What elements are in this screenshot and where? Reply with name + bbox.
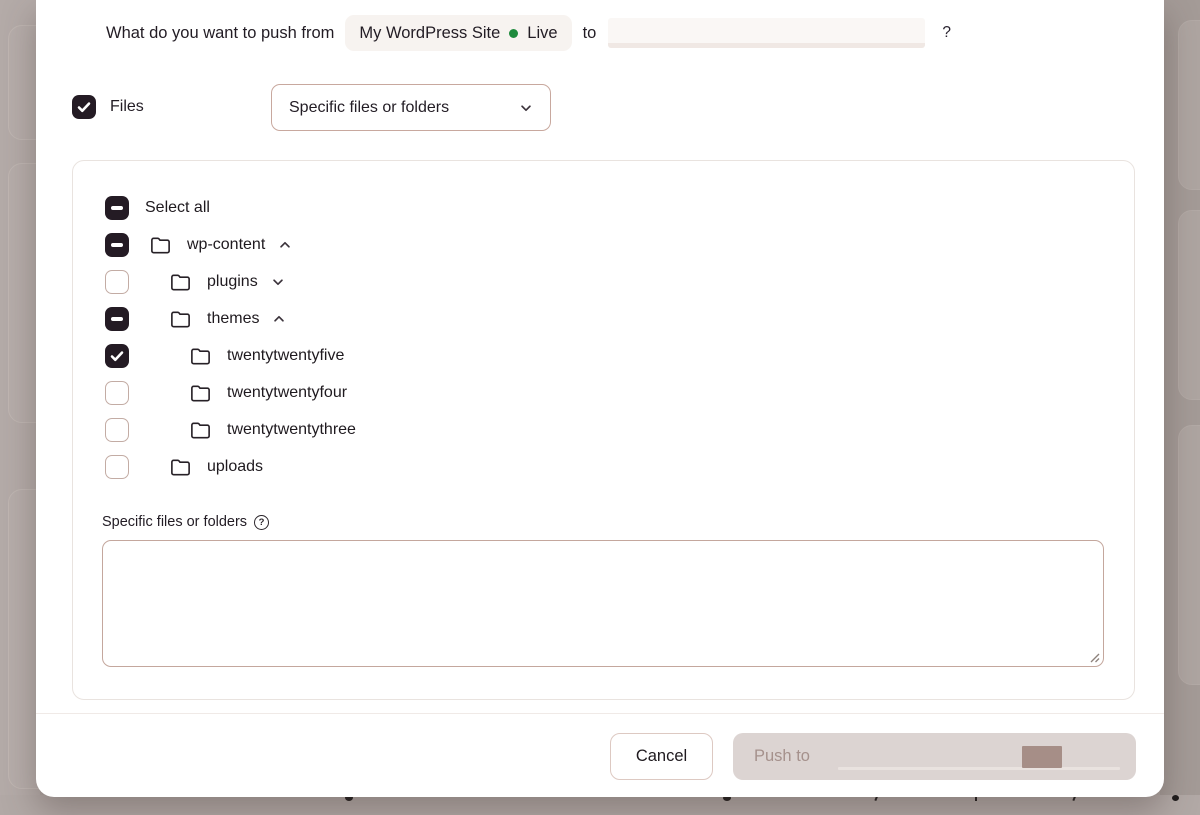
push-target-redacted-block bbox=[1022, 746, 1062, 768]
tree-row: uploads bbox=[105, 448, 1118, 485]
source-env-label: Live bbox=[527, 24, 557, 43]
tree-row: twentytwentythree bbox=[105, 411, 1118, 448]
chevron-down-icon bbox=[519, 101, 533, 115]
cancel-button[interactable]: Cancel bbox=[610, 733, 713, 780]
tree-item-label: twentytwentyfour bbox=[227, 384, 347, 402]
files-label: Files bbox=[110, 98, 144, 116]
tree-item-label: plugins bbox=[207, 273, 258, 291]
specific-files-textarea[interactable] bbox=[102, 540, 1104, 667]
push-dialog: What do you want to push from My WordPre… bbox=[36, 0, 1164, 797]
files-row: Files bbox=[72, 95, 144, 119]
folder-icon bbox=[169, 457, 192, 477]
folder-icon bbox=[189, 420, 212, 440]
bg-card bbox=[1178, 210, 1200, 400]
tree-item-label: twentytwentythree bbox=[227, 421, 356, 439]
tree-checkbox[interactable] bbox=[105, 381, 129, 405]
tree-row: wp-content bbox=[105, 226, 1118, 263]
chevron-down-icon[interactable] bbox=[271, 275, 285, 289]
folder-icon bbox=[169, 272, 192, 292]
bg-card bbox=[1178, 425, 1200, 685]
check-icon bbox=[76, 99, 92, 115]
to-word: to bbox=[583, 24, 597, 43]
bg-card bbox=[1178, 20, 1200, 190]
files-mode-value: Specific files or folders bbox=[289, 99, 449, 117]
indeterminate-dash-icon bbox=[111, 317, 123, 321]
specific-files-label-row: Specific files or folders ? bbox=[102, 514, 269, 530]
tree-item-label: Select all bbox=[145, 199, 210, 217]
push-to-button[interactable]: Push to bbox=[733, 733, 1136, 780]
tree-item-label: uploads bbox=[207, 458, 263, 476]
tree-checkbox[interactable] bbox=[105, 418, 129, 442]
files-checkbox[interactable] bbox=[72, 95, 96, 119]
push-to-label: Push to bbox=[754, 747, 810, 765]
prompt-prefix: What do you want to push from bbox=[106, 24, 334, 43]
indeterminate-dash-icon bbox=[111, 206, 123, 210]
tree-row: plugins bbox=[105, 263, 1118, 300]
folder-icon bbox=[169, 309, 192, 329]
bg-glyph-fragment bbox=[1172, 795, 1179, 801]
help-question-mark[interactable]: ? bbox=[942, 24, 951, 42]
push-target-redacted-line bbox=[838, 767, 1120, 770]
check-icon bbox=[109, 348, 125, 364]
folder-icon bbox=[189, 346, 212, 366]
footer-divider bbox=[36, 713, 1164, 714]
tree-checkbox[interactable] bbox=[105, 344, 129, 368]
source-site-name: My WordPress Site bbox=[359, 24, 500, 43]
files-mode-select[interactable]: Specific files or folders bbox=[271, 84, 551, 131]
tree-row: twentytwentyfive bbox=[105, 337, 1118, 374]
help-circle-icon[interactable]: ? bbox=[254, 515, 269, 530]
folder-icon bbox=[149, 235, 172, 255]
tree-checkbox[interactable] bbox=[105, 196, 129, 220]
specific-files-label: Specific files or folders bbox=[102, 514, 247, 530]
dialog-prompt: What do you want to push from My WordPre… bbox=[106, 15, 951, 51]
chevron-up-icon[interactable] bbox=[278, 238, 292, 252]
tree-checkbox[interactable] bbox=[105, 455, 129, 479]
tree-checkbox[interactable] bbox=[105, 233, 129, 257]
tree-row: twentytwentyfour bbox=[105, 374, 1118, 411]
target-environment-redacted bbox=[608, 18, 925, 48]
tree-checkbox[interactable] bbox=[105, 307, 129, 331]
chevron-up-icon[interactable] bbox=[272, 312, 286, 326]
background-page-bottom bbox=[0, 795, 1200, 815]
tree-item-label: twentytwentyfive bbox=[227, 347, 344, 365]
live-status-dot-icon bbox=[509, 29, 518, 38]
tree-checkbox[interactable] bbox=[105, 270, 129, 294]
tree-row: themes bbox=[105, 300, 1118, 337]
indeterminate-dash-icon bbox=[111, 243, 123, 247]
folder-icon bbox=[189, 383, 212, 403]
tree-row: Select all bbox=[105, 189, 1118, 226]
tree-item-label: wp-content bbox=[187, 236, 265, 254]
tree-item-label: themes bbox=[207, 310, 259, 328]
source-environment-badge: My WordPress Site Live bbox=[345, 15, 571, 51]
